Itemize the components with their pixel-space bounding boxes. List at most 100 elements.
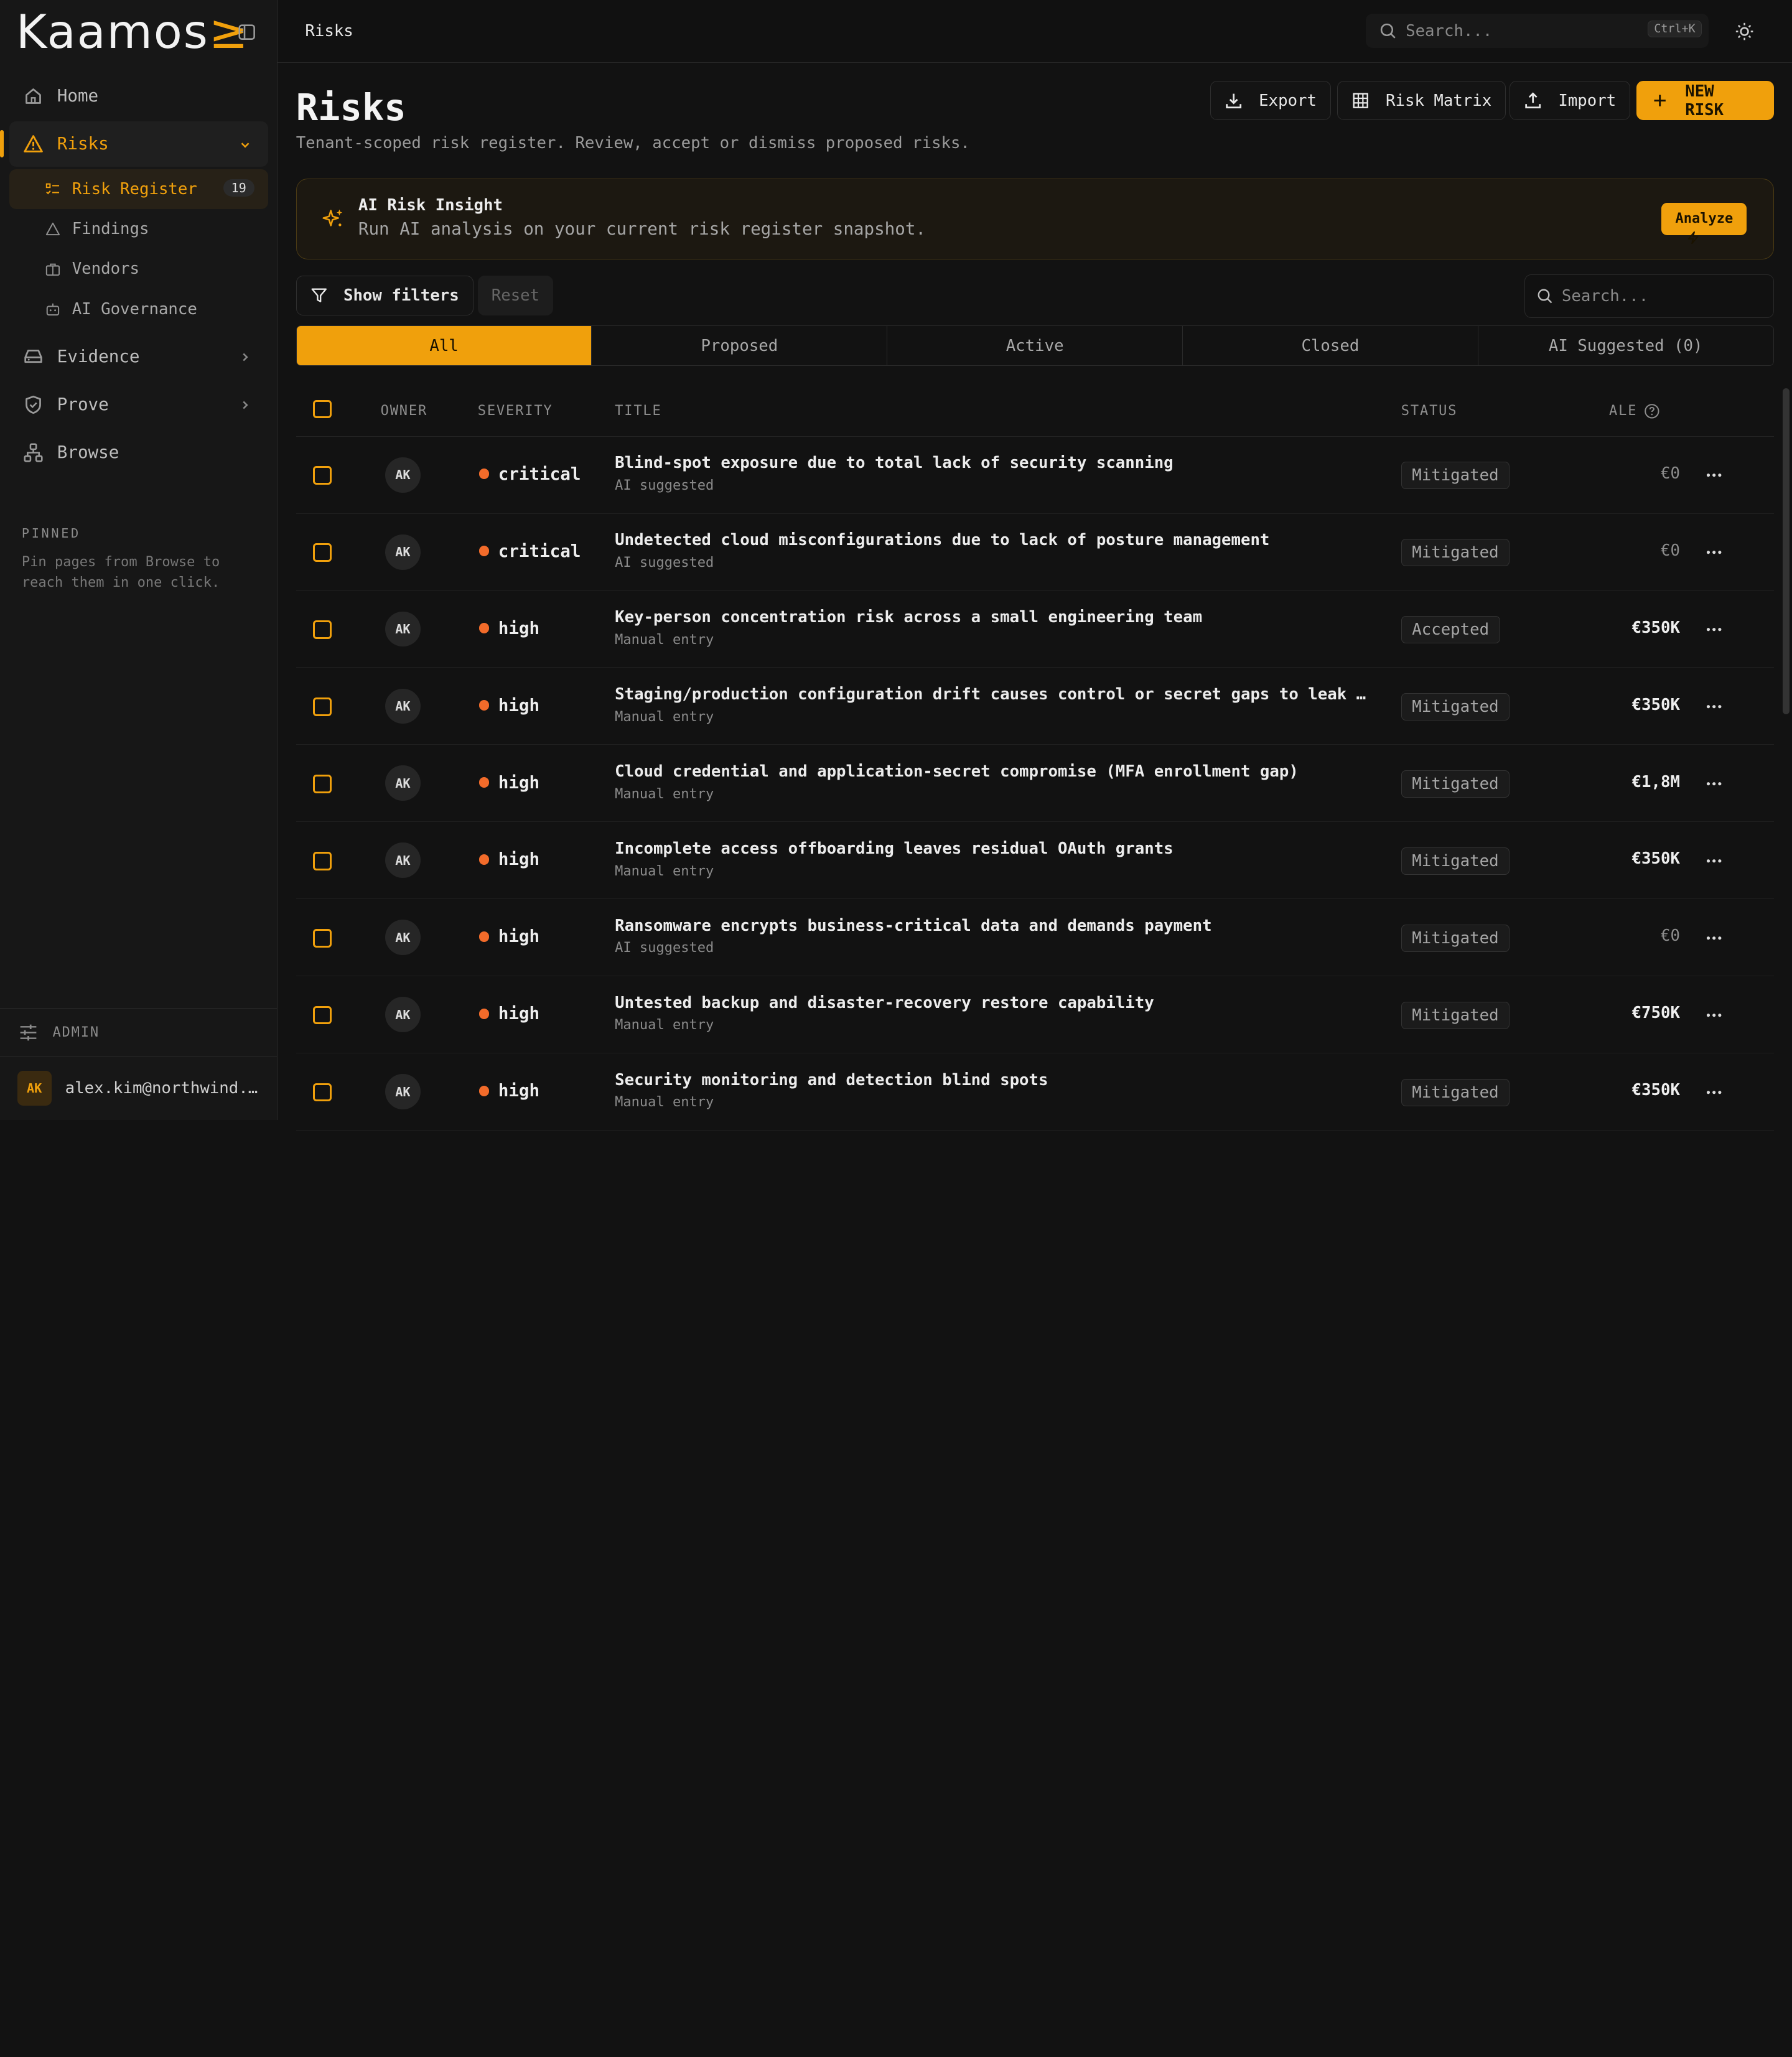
show-filters-button[interactable]: Show filters [296,275,474,315]
column-owner[interactable]: OWNER [381,403,428,419]
breadcrumb[interactable]: Risks [305,22,353,40]
severity-dot [478,469,490,479]
risk-source: Manual entry [615,863,714,879]
more-icon[interactable] [1705,620,1723,638]
row-checkbox[interactable] [313,929,332,951]
import-button[interactable]: Import [1510,81,1631,120]
tab-proposed[interactable]: Proposed [592,326,888,365]
table-search-input[interactable]: Search... [1524,274,1774,318]
status-badge: Accepted [1401,615,1500,643]
more-icon[interactable] [1705,543,1723,561]
column-severity[interactable]: SEVERITY [478,403,553,419]
more-icon[interactable] [1705,929,1723,947]
table-row[interactable]: AK high Security monitoring and detectio… [296,1053,1774,1131]
risk-title[interactable]: Key-person concentration risk across a s… [615,608,1369,627]
risk-title[interactable]: Security monitoring and detection blind … [615,1071,1369,1089]
column-ale-label: ALE [1609,403,1638,419]
sun-icon[interactable] [1735,22,1754,41]
column-status[interactable]: STATUS [1401,403,1458,419]
column-title[interactable]: TITLE [615,403,662,419]
table-row[interactable]: AK high Untested backup and disaster-rec… [296,976,1774,1054]
pinned-hint: Pin pages from Browse to reach them in o… [21,554,220,591]
show-filters-label: Show filters [343,286,459,305]
risk-matrix-button[interactable]: Risk Matrix [1337,81,1506,120]
row-checkbox[interactable] [313,697,332,720]
row-checkbox[interactable] [313,775,332,797]
admin-link[interactable]: ADMIN [0,1007,278,1056]
grid-icon [1351,91,1370,110]
table-row[interactable]: AK high Ransomware encrypts business-cri… [296,899,1774,977]
tab-closed[interactable]: Closed [1183,326,1478,365]
severity-badge: high [478,849,539,869]
status-badge: Mitigated [1401,538,1510,567]
row-checkbox[interactable] [313,466,332,488]
severity-label: high [498,695,540,716]
row-checkbox[interactable] [313,1083,332,1106]
risk-title[interactable]: Incomplete access offboarding leaves res… [615,839,1369,858]
sidebar-item-ai-governance[interactable]: AI Governance [9,289,268,329]
more-icon[interactable] [1705,775,1723,793]
page-content: Risks Tenant-scoped risk register. Revie… [278,63,1792,1131]
sidebar-item-evidence[interactable]: Evidence [9,334,268,379]
more-icon[interactable] [1705,466,1723,484]
sidebar-item-label: AI Governance [72,299,197,319]
row-checkbox[interactable] [313,852,332,874]
risk-source: Manual entry [615,1017,714,1033]
hard-drive-icon [23,346,44,366]
user-menu[interactable]: AK alex.kim@northwind.e… [0,1056,278,1120]
scrollbar[interactable] [1783,388,1790,714]
severity-dot [478,546,490,556]
global-search-input[interactable]: Search... Ctrl+K [1365,14,1709,49]
avatar: AK [385,920,421,956]
risk-title[interactable]: Cloud credential and application-secret … [615,762,1369,781]
sidebar-item-home[interactable]: Home [9,73,268,119]
row-checkbox[interactable] [313,1006,332,1028]
risk-title[interactable]: Untested backup and disaster-recovery re… [615,994,1369,1012]
table-row[interactable]: AK high Cloud credential and application… [296,745,1774,823]
more-icon[interactable] [1705,1083,1723,1101]
table-row[interactable]: AK high Incomplete access offboarding le… [296,822,1774,900]
home-icon [23,86,44,106]
table-row[interactable]: AK critical Blind-spot exposure due to t… [296,437,1774,514]
insight-title: AI Risk Insight [358,196,503,215]
table-row[interactable]: AK high Key-person concentration risk ac… [296,591,1774,668]
tab-active[interactable]: Active [887,326,1183,365]
new-risk-button[interactable]: NEW RISK [1636,81,1774,120]
risk-title[interactable]: Blind-spot exposure due to total lack of… [615,454,1369,472]
risk-title[interactable]: Undetected cloud misconfigurations due t… [615,531,1369,549]
select-all-checkbox[interactable] [313,399,332,422]
sidebar-item-risk-register[interactable]: Risk Register 19 [9,169,268,210]
brand[interactable]: Kaamos ≥ [0,0,277,64]
status-badge: Mitigated [1401,1078,1510,1106]
reset-button[interactable]: Reset [477,275,554,315]
row-checkbox[interactable] [313,620,332,643]
risk-title[interactable]: Staging/production configuration drift c… [615,685,1369,704]
sidebar-item-browse[interactable]: Browse [9,430,268,475]
sidebar-item-label: Evidence [57,346,140,366]
more-icon[interactable] [1705,697,1723,716]
column-ale[interactable]: ALE [1609,403,1660,419]
new-risk-label: NEW RISK [1685,82,1724,119]
sidebar-item-findings[interactable]: Findings [9,209,268,249]
ale-value: €350K [1631,1081,1680,1100]
table-row[interactable]: AK critical Undetected cloud misconfigur… [296,514,1774,591]
risk-title[interactable]: Ransomware encrypts business-critical da… [615,917,1369,935]
more-icon[interactable] [1705,1006,1723,1024]
tab-ai-suggested[interactable]: AI Suggested (0) [1478,326,1773,365]
sidebar-item-risks[interactable]: Risks [0,121,268,167]
tab-all[interactable]: All [296,326,592,365]
risk-source: AI suggested [615,554,714,571]
table-row[interactable]: AK high Staging/production configuration… [296,668,1774,745]
help-circle-icon[interactable] [1644,403,1660,419]
filter-bar: Show filters Reset Search... [296,274,1774,325]
status-tabs: All Proposed Active Closed AI Suggested … [296,325,1774,366]
more-icon[interactable] [1705,852,1723,870]
sidebar-toggle-icon[interactable] [238,23,256,41]
row-checkbox[interactable] [313,543,332,566]
analyze-button[interactable]: Analyze [1661,203,1747,245]
sidebar-item-prove[interactable]: Prove [9,381,268,427]
download-icon [1225,91,1243,110]
sidebar-item-label: Risk Register [72,179,197,198]
export-button[interactable]: Export [1210,81,1332,120]
sidebar-item-vendors[interactable]: Vendors [9,249,268,289]
